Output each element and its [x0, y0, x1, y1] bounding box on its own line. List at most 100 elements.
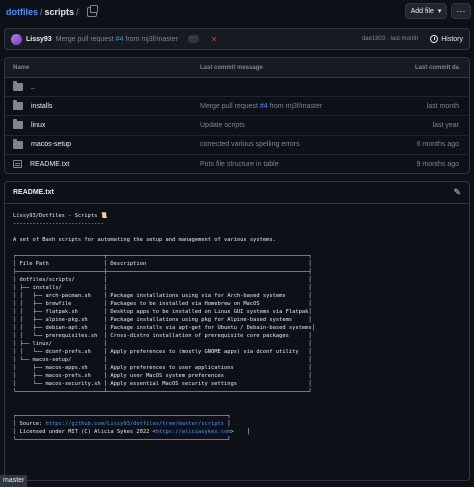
readme-line: │ dotfiles/scripts/ │ │ — [13, 276, 461, 284]
more-options-button[interactable]: ··· — [451, 3, 471, 19]
row-commit-date: last year — [432, 121, 459, 129]
file-name[interactable]: macos-setup — [31, 141, 71, 148]
add-file-label: Add file — [410, 7, 434, 15]
folder-icon — [13, 100, 23, 111]
readme-panel: README.txt ✎ Lissy93/Dotfiles - Scripts … — [4, 181, 470, 481]
avatar[interactable] — [11, 33, 22, 45]
file-text-icon — [13, 160, 22, 169]
file-name[interactable]: linux — [31, 122, 45, 129]
file-table: Name Last commit message Last commit da … — [4, 57, 470, 174]
history-button[interactable]: History — [430, 35, 463, 43]
readme-line-text: │ └── macos-setup/ │ │ — [13, 357, 312, 363]
breadcrumb-repo-link[interactable]: dotfiles — [6, 7, 38, 17]
row-commit-message-prefix: Merge pull request — [200, 102, 260, 110]
readme-line-text: └───────────────────────────────────────… — [13, 437, 231, 443]
readme-line-text: ├───────────────────────────┼───────────… — [13, 269, 312, 275]
readme-line — [13, 396, 461, 404]
file-name[interactable]: installs — [31, 103, 52, 110]
readme-line: │ ├── macos-prefs.sh │ Apply user MacOS … — [13, 372, 461, 380]
readme-line-text: │ ├── macos-prefs.sh │ Apply user MacOS … — [13, 373, 312, 379]
history-label: History — [441, 35, 463, 43]
readme-line-text: │ │ └── prerequisites.sh │ Cross-distro … — [13, 333, 312, 339]
file-name[interactable]: README.txt — [30, 161, 69, 168]
readme-line: │ │ ├── debian-apt.sh │ Package installs… — [13, 324, 461, 332]
row-commit-message[interactable]: Update scripts — [200, 122, 379, 129]
readme-line-text: │ File Path │ Description │ — [13, 261, 312, 267]
readme-line: └───────────────────────────┴───────────… — [13, 388, 461, 396]
breadcrumb-current-folder: scripts — [44, 7, 75, 17]
header-last-commit-date: Last commit da — [414, 64, 459, 71]
readme-line-text: ┌───────────────────────────┬───────────… — [13, 253, 312, 259]
readme-content: Lissy93/Dotfiles - Scripts 📜 ------------… — [13, 212, 461, 444]
readme-line: │ └── macos-setup/ │ │ — [13, 356, 461, 364]
header-name: Name — [13, 64, 30, 71]
row-commit-message[interactable]: Puts file structure in table — [200, 161, 379, 168]
readme-line: └───────────────────────────────────────… — [13, 436, 461, 444]
commit-expand-button[interactable]: ··· — [187, 34, 199, 43]
row-commit-message[interactable]: Merge pull request #4 from mj3f/master — [200, 103, 379, 110]
readme-title: README.txt — [13, 189, 54, 196]
commit-message[interactable]: Merge pull request #4 from mj3f/master — [56, 36, 178, 43]
readme-line: ---------------------------- — [13, 220, 461, 228]
readme-line: │ │ ├── flatpak.sh │ Desktop apps to be … — [13, 308, 461, 316]
readme-line: │ │ ├── arch-pacman.sh │ Package install… — [13, 292, 461, 300]
readme-line: │ │ ├── alpine-pkg.sh │ Package installa… — [13, 316, 461, 324]
readme-line-text: │ ├── linux/ │ │ — [13, 341, 312, 347]
readme-line-text: │ │ ├── debian-apt.sh │ Package installs… — [13, 325, 315, 331]
folder-icon — [13, 138, 23, 149]
row-commit-message-suffix: from mj3f/master — [267, 102, 323, 110]
readme-line: A set of Bash scripts for automating the… — [13, 236, 461, 244]
breadcrumb: dotfiles / scripts / — [6, 7, 79, 17]
pencil-icon[interactable]: ✎ — [453, 187, 461, 198]
add-file-button[interactable]: Add file ▾ — [405, 3, 447, 19]
readme-line: │ │ └── prerequisites.sh │ Cross-distro … — [13, 332, 461, 340]
readme-line: Lissy93/Dotfiles - Scripts 📜 — [13, 212, 461, 220]
commit-message-prefix: Merge pull request — [55, 35, 114, 43]
row-commit-message[interactable]: corrected various spelling errors — [200, 141, 379, 148]
readme-line-text: │ ├── installs/ │ │ — [13, 285, 312, 291]
readme-license-link[interactable]: https://aliciasykes.com — [156, 429, 231, 435]
readme-source-link[interactable]: https://github.com/Lissy93/dotfiles/tree… — [45, 421, 224, 427]
readme-line — [13, 404, 461, 412]
readme-line-text: Lissy93/Dotfiles - Scripts 📜 — [13, 213, 108, 219]
failed-status-icon[interactable]: ✕ — [211, 35, 218, 44]
folder-icon — [13, 119, 23, 130]
commit-hash-and-time[interactable]: dae1803 · last month — [362, 36, 418, 42]
readme-line-text: │ Source: — [13, 421, 46, 427]
readme-line-text: │ │ ├── arch-pacman.sh │ Package install… — [13, 293, 312, 299]
readme-header: README.txt ✎ — [5, 182, 469, 204]
readme-line: │ Source: https://github.com/Lissy93/dot… — [13, 420, 461, 428]
copy-path-icon[interactable] — [86, 5, 98, 17]
row-commit-date: last month — [426, 102, 459, 110]
readme-line-text: └───────────────────────────┴───────────… — [13, 389, 312, 395]
readme-line: ├───────────────────────────┼───────────… — [13, 268, 461, 276]
row-commit-date: 6 months ago — [416, 141, 459, 149]
readme-line: ┌───────────────────────────────────────… — [13, 412, 461, 420]
table-row[interactable]: README.txt Puts file structure in table … — [5, 155, 469, 173]
commit-author[interactable]: Lissy93 — [26, 36, 52, 43]
table-row[interactable]: .. — [5, 78, 469, 98]
readme-line-text: │ │ ├── flatpak.sh │ Desktop apps to be … — [13, 309, 312, 315]
table-row[interactable]: installs Merge pull request #4 from mj3f… — [5, 97, 469, 117]
readme-line-text: │ │ └── dconf-prefs.sh │ Apply preferenc… — [13, 349, 312, 355]
breadcrumb-trailing-separator: / — [76, 7, 79, 17]
clock-icon — [430, 35, 439, 43]
readme-line: │ ├── macos-apps.sh │ Apply preferences … — [13, 364, 461, 372]
commit-pr-link[interactable]: #4 — [116, 36, 124, 43]
row-commit-pr-link[interactable]: #4 — [260, 103, 268, 110]
readme-line: │ File Path │ Description │ — [13, 260, 461, 268]
table-row[interactable]: macos-setup corrected various spelling e… — [5, 136, 469, 155]
readme-line: ┌───────────────────────────┬───────────… — [13, 252, 461, 260]
table-header: Name Last commit message Last commit da — [5, 58, 469, 78]
readme-line — [13, 228, 461, 236]
file-name[interactable]: .. — [31, 84, 35, 91]
readme-line-text: │ │ ├── brewfile │ Packages to be instal… — [13, 301, 312, 307]
readme-line-text: ---------------------------- — [13, 221, 104, 227]
readme-line: │ │ └── dconf-prefs.sh │ Apply preferenc… — [13, 348, 461, 356]
latest-commit-bar: Lissy93 Merge pull request #4 from mj3f/… — [4, 28, 470, 50]
table-row[interactable]: linux Update scripts last year — [5, 116, 469, 136]
readme-line-text: ┌───────────────────────────────────────… — [13, 413, 231, 419]
readme-line-text: A set of Bash scripts for automating the… — [13, 237, 276, 243]
branch-tag[interactable]: master — [0, 475, 28, 487]
breadcrumb-separator: / — [40, 7, 43, 17]
